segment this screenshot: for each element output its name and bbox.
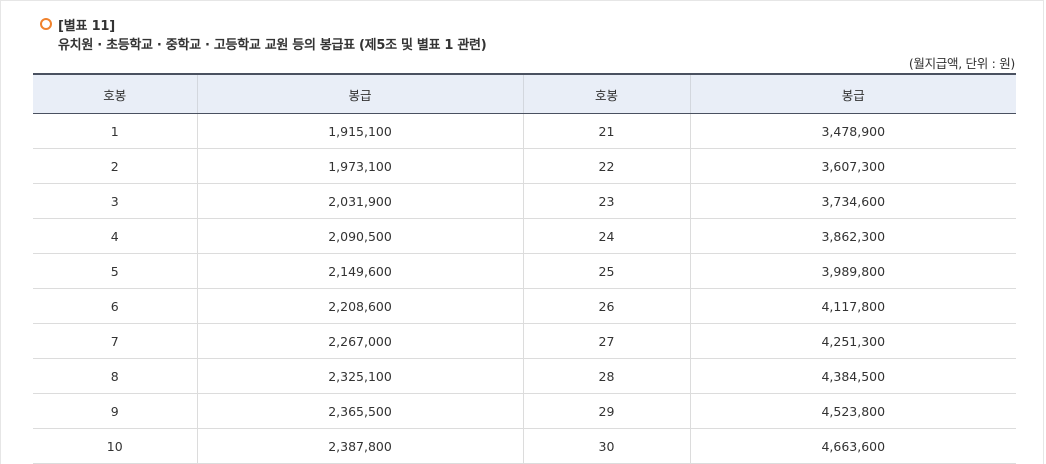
salary-cell: 3,607,300 — [689, 148, 1016, 184]
step-cell: 1 — [33, 113, 197, 149]
salary-cell: 3,862,300 — [689, 218, 1016, 254]
salary-cell: 2,267,000 — [196, 323, 523, 359]
salary-cell: 2,208,600 — [196, 288, 523, 324]
step-cell: 30 — [522, 428, 690, 464]
step-cell: 5 — [33, 253, 197, 289]
step-cell: 8 — [33, 358, 197, 394]
salary-cell: 3,734,600 — [689, 183, 1016, 219]
table-row: 1 1,915,100 21 3,478,900 — [33, 113, 1016, 149]
salary-cell: 2,031,900 — [196, 183, 523, 219]
step-cell: 25 — [522, 253, 690, 289]
step-cell: 3 — [33, 183, 197, 219]
salary-cell: 2,365,500 — [196, 393, 523, 429]
table-title: 유치원 · 초등학교 · 중학교 · 고등학교 교원 등의 봉급표 (제5조 및… — [58, 38, 487, 53]
salary-cell: 2,325,100 — [196, 358, 523, 394]
header-salary-right: 봉급 — [689, 74, 1016, 114]
step-cell: 24 — [522, 218, 690, 254]
salary-cell: 4,251,300 — [689, 323, 1016, 359]
step-cell: 2 — [33, 148, 197, 184]
salary-cell: 4,117,800 — [689, 288, 1016, 324]
step-cell: 28 — [522, 358, 690, 394]
bullet-ring-icon — [40, 18, 52, 30]
table-row: 4 2,090,500 24 3,862,300 — [33, 218, 1016, 254]
salary-cell: 4,663,600 — [689, 428, 1016, 464]
step-cell: 22 — [522, 148, 690, 184]
step-cell: 21 — [522, 113, 690, 149]
table-row: 3 2,031,900 23 3,734,600 — [33, 183, 1016, 219]
salary-cell: 1,915,100 — [196, 113, 523, 149]
section-heading: [별표 11] — [40, 15, 116, 34]
step-cell: 27 — [522, 323, 690, 359]
table-row: 2 1,973,100 22 3,607,300 — [33, 148, 1016, 184]
table-row: 6 2,208,600 26 4,117,800 — [33, 288, 1016, 324]
step-cell: 29 — [522, 393, 690, 429]
step-cell: 7 — [33, 323, 197, 359]
table-row: 10 2,387,800 30 4,663,600 — [33, 428, 1016, 464]
salary-cell: 1,973,100 — [196, 148, 523, 184]
step-cell: 4 — [33, 218, 197, 254]
table-row: 7 2,267,000 27 4,251,300 — [33, 323, 1016, 359]
salary-cell: 4,384,500 — [689, 358, 1016, 394]
salary-cell: 3,989,800 — [689, 253, 1016, 289]
step-cell: 9 — [33, 393, 197, 429]
table-row: 9 2,365,500 29 4,523,800 — [33, 393, 1016, 429]
salary-table: 호봉 봉급 호봉 봉급 1 1,915,100 21 3,478,900 2 1… — [33, 73, 1016, 464]
header-salary-left: 봉급 — [196, 74, 523, 114]
header-step-left: 호봉 — [33, 74, 197, 114]
salary-cell: 2,387,800 — [196, 428, 523, 464]
unit-note: (월지급액, 단위 : 원) — [908, 56, 1015, 71]
step-cell: 6 — [33, 288, 197, 324]
step-cell: 26 — [522, 288, 690, 324]
table-header-row: 호봉 봉급 호봉 봉급 — [33, 74, 1016, 114]
salary-cell: 4,523,800 — [689, 393, 1016, 429]
table-row: 8 2,325,100 28 4,384,500 — [33, 358, 1016, 394]
salary-cell: 3,478,900 — [689, 113, 1016, 149]
salary-cell: 2,149,600 — [196, 253, 523, 289]
table-row: 5 2,149,600 25 3,989,800 — [33, 253, 1016, 289]
header-step-right: 호봉 — [522, 74, 690, 114]
step-cell: 10 — [33, 428, 197, 464]
salary-cell: 2,090,500 — [196, 218, 523, 254]
step-cell: 23 — [522, 183, 690, 219]
appendix-label: [별표 11] — [58, 18, 116, 34]
